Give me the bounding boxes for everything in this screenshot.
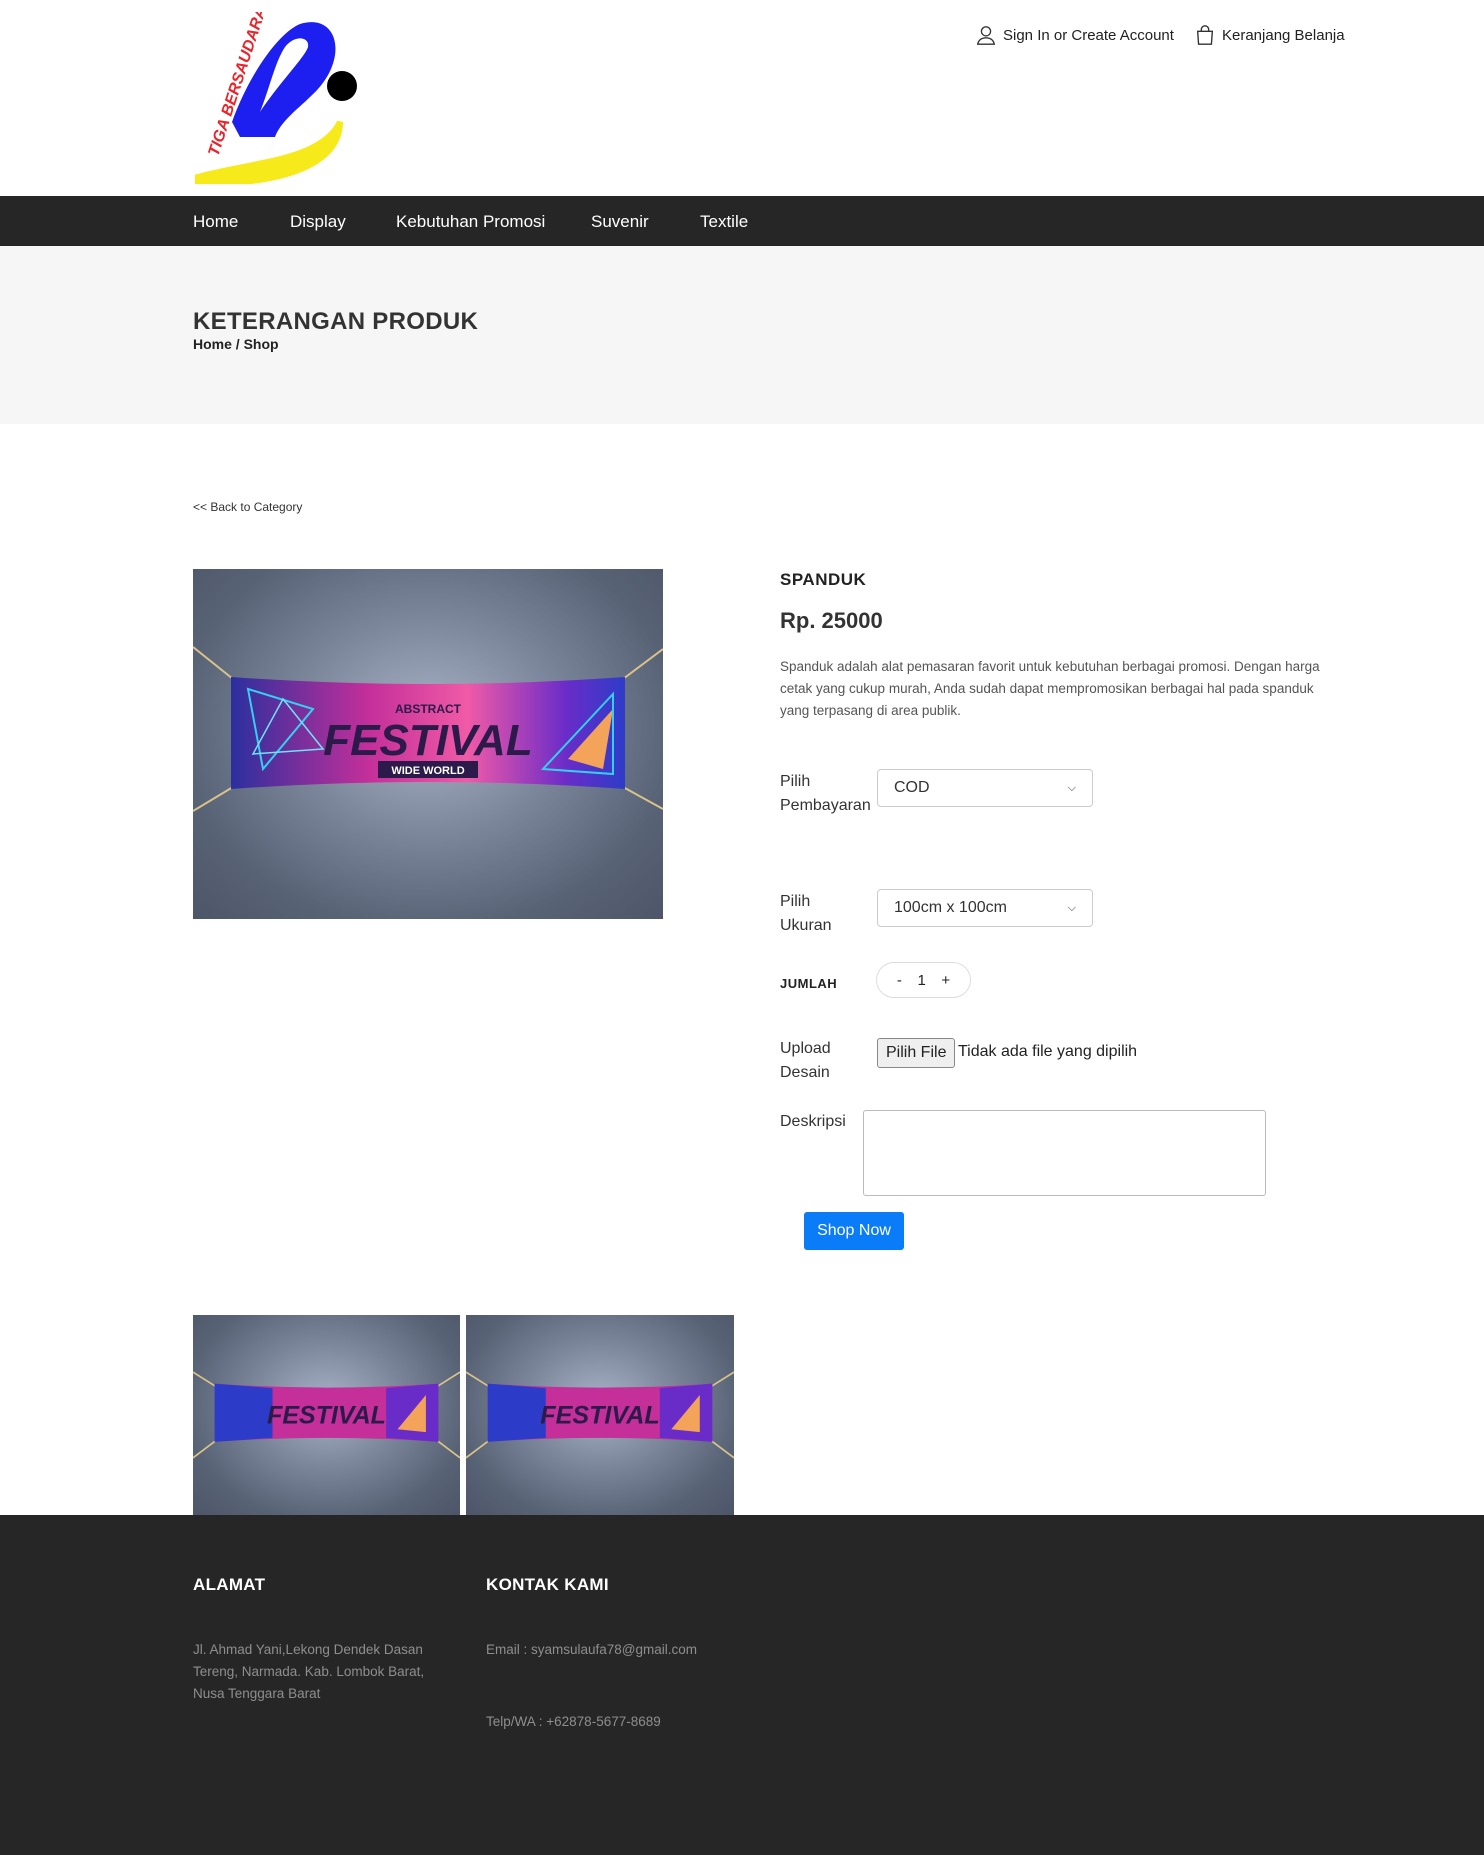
footer-phone[interactable]: Telp/WA : +62878-5677-8689 bbox=[486, 1711, 661, 1733]
product-name: SPANDUK bbox=[780, 570, 867, 589]
upload-label-line-1: Upload bbox=[780, 1040, 831, 1057]
banner-text-wide-world: WIDE WORLD bbox=[391, 765, 464, 777]
footer-email[interactable]: Email : syamsulaufa78@gmail.com bbox=[486, 1639, 697, 1661]
main-nav: Home Display Kebutuhan Promosi Suvenir T… bbox=[0, 196, 1484, 246]
banner-illustration: ABSTRACT FESTIVAL WIDE WORLD bbox=[193, 646, 663, 812]
product-thumbnail-1[interactable]: FESTIVAL bbox=[193, 1315, 460, 1515]
payment-select[interactable]: COD ⌵ bbox=[877, 769, 1093, 807]
shop-now-button[interactable]: Shop Now bbox=[804, 1212, 904, 1250]
chevron-down-icon: ⌵ bbox=[1067, 781, 1076, 794]
description-textarea[interactable] bbox=[863, 1110, 1266, 1196]
quantity-decrease-button[interactable]: - bbox=[897, 972, 902, 989]
upload-label: Upload Desain bbox=[780, 1037, 831, 1085]
quantity-value[interactable]: 1 bbox=[917, 972, 925, 989]
payment-selected-value: COD bbox=[894, 779, 930, 796]
file-status-text: Tidak ada file yang dipilih bbox=[958, 1043, 1138, 1060]
quantity-label: JUMLAH bbox=[780, 976, 838, 991]
banner-text-festival: FESTIVAL bbox=[540, 1402, 659, 1430]
chevron-down-icon: ⌵ bbox=[1067, 901, 1076, 914]
banner-text-abstract: ABSTRACT bbox=[395, 702, 462, 716]
product-thumbnail-2[interactable]: FESTIVAL bbox=[466, 1315, 734, 1515]
nav-item-kebutuhan-promosi[interactable]: Kebutuhan Promosi bbox=[396, 212, 545, 232]
breadcrumb-separator: / bbox=[235, 336, 240, 352]
payment-label-line-2: Pembayaran bbox=[780, 797, 871, 814]
size-label-line-2: Ukuran bbox=[780, 917, 832, 934]
footer: ALAMAT Jl. Ahmad Yani,Lekong Dendek Dasa… bbox=[0, 1515, 1484, 1855]
breadcrumb: Home / Shop bbox=[193, 336, 279, 352]
payment-label: Pilih Pembayaran bbox=[780, 770, 871, 818]
nav-item-home[interactable]: Home bbox=[193, 212, 238, 232]
back-to-category-link[interactable]: << Back to Category bbox=[193, 500, 302, 514]
product-price: Rp. 25000 bbox=[780, 608, 883, 633]
quantity-increase-button[interactable]: + bbox=[941, 972, 950, 989]
page-title: KETERANGAN PRODUK bbox=[193, 308, 479, 335]
sign-in-link[interactable]: Sign In or Create Account bbox=[975, 24, 1174, 46]
page-header: KETERANGAN PRODUK Home / Shop bbox=[0, 246, 1484, 424]
user-icon bbox=[976, 26, 996, 45]
footer-contact-title: KONTAK KAMI bbox=[486, 1575, 609, 1594]
quantity-stepper: - 1 + bbox=[876, 962, 971, 998]
banner-illustration: FESTIVAL bbox=[193, 1371, 460, 1459]
description-label: Deskripsi bbox=[780, 1113, 846, 1130]
size-label-line-1: Pilih bbox=[780, 893, 811, 910]
page: TIGA BERSAUDARA Sign In or Create Accoun… bbox=[0, 0, 1484, 1855]
site-logo[interactable]: TIGA BERSAUDARA bbox=[190, 5, 370, 188]
nav-item-suvenir[interactable]: Suvenir bbox=[591, 212, 649, 232]
footer-address-title: ALAMAT bbox=[193, 1575, 266, 1594]
size-label: Pilih Ukuran bbox=[780, 890, 832, 938]
cart-label: Keranjang Belanja bbox=[1222, 26, 1345, 44]
sign-in-label: Sign In or Create Account bbox=[1003, 26, 1174, 44]
nav-item-display[interactable]: Display bbox=[290, 212, 346, 232]
breadcrumb-shop[interactable]: Shop bbox=[244, 336, 279, 352]
nav-item-textile[interactable]: Textile bbox=[700, 212, 748, 232]
footer-address-text: Jl. Ahmad Yani,Lekong Dendek Dasan Teren… bbox=[193, 1642, 425, 1701]
shopping-bag-icon bbox=[1196, 25, 1214, 45]
upload-label-line-2: Desain bbox=[780, 1064, 830, 1081]
product-description: Spanduk adalah alat pemasaran favorit un… bbox=[780, 659, 1320, 718]
size-selected-value: 100cm x 100cm bbox=[894, 899, 1007, 916]
choose-file-button[interactable]: Pilih File bbox=[877, 1038, 956, 1068]
banner-text-festival: FESTIVAL bbox=[267, 1402, 386, 1430]
cart-link[interactable]: Keranjang Belanja bbox=[1194, 24, 1345, 46]
breadcrumb-home[interactable]: Home bbox=[193, 336, 232, 352]
banner-illustration: FESTIVAL bbox=[466, 1371, 734, 1459]
banner-text-festival: FESTIVAL bbox=[323, 716, 532, 765]
payment-label-line-1: Pilih bbox=[780, 773, 811, 790]
product-main-image[interactable]: ABSTRACT FESTIVAL WIDE WORLD bbox=[193, 569, 663, 919]
size-select[interactable]: 100cm x 100cm ⌵ bbox=[877, 889, 1093, 927]
